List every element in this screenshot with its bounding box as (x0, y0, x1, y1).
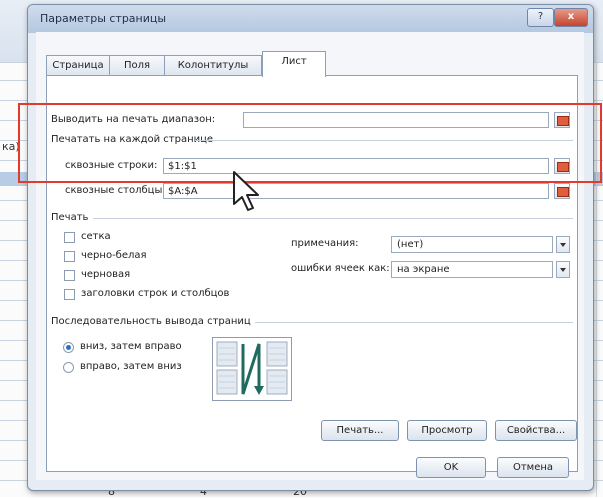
print-button[interactable]: Печать... (321, 420, 399, 441)
tab-sheet[interactable]: Лист (262, 51, 326, 77)
black-white-label: черно-белая (81, 250, 147, 261)
row-col-headings-checkbox[interactable] (64, 289, 75, 300)
rows-to-repeat-label: сквозные строки: (65, 160, 158, 171)
gridlines-label: сетка (81, 231, 111, 242)
group-divider (195, 140, 573, 141)
draft-checkbox[interactable] (64, 270, 75, 281)
comments-select[interactable]: (нет) (391, 236, 553, 253)
help-button[interactable]: ? (527, 8, 554, 27)
tab-margins[interactable]: Поля (109, 55, 165, 76)
print-group-title: Печать (51, 212, 89, 223)
preview-button[interactable]: Просмотр (407, 420, 487, 441)
group-divider (93, 218, 573, 219)
rows-to-repeat-input[interactable]: $1:$1 (163, 158, 549, 174)
down-then-over-label: вниз, затем вправо (80, 341, 182, 352)
comments-label: примечания: (291, 238, 359, 249)
properties-button[interactable]: Свойства... (495, 420, 577, 441)
print-area-picker[interactable] (554, 112, 570, 128)
cols-to-repeat-input[interactable]: $A:$A (163, 183, 549, 199)
dialog-body: Страница Поля Колонтитулы Лист Выводить … (36, 32, 584, 480)
over-then-down-label: вправо, затем вниз (80, 361, 182, 372)
draft-label: черновая (81, 269, 131, 280)
grid-line (596, 62, 597, 497)
cancel-button[interactable]: Отмена (497, 457, 569, 478)
collapse-dialog-icon (557, 116, 569, 126)
cell-errors-label: ошибки ячеек как: (291, 263, 390, 274)
mouse-pointer-icon (233, 171, 259, 211)
print-area-input[interactable] (243, 112, 549, 128)
down-then-over-radio[interactable] (63, 342, 74, 353)
cell-fragment: ка) (2, 140, 20, 153)
cols-to-repeat-label: сквозные столбцы: (65, 185, 166, 196)
cell-errors-dropdown-arrow[interactable] (556, 261, 570, 278)
gridlines-checkbox[interactable] (64, 232, 75, 243)
ok-button[interactable]: OK (416, 457, 486, 478)
rows-picker[interactable] (554, 158, 570, 174)
tab-header-footer[interactable]: Колонтитулы (164, 55, 262, 76)
sheet-tab-panel: Выводить на печать диапазон: Печатать на… (46, 75, 578, 472)
group-divider (255, 322, 573, 323)
cols-picker[interactable] (554, 183, 570, 199)
page-setup-dialog: Параметры страницы ? x Страница Поля Кол… (27, 4, 594, 491)
dialog-title: Параметры страницы (40, 12, 167, 25)
collapse-dialog-icon (557, 162, 569, 172)
black-white-checkbox[interactable] (64, 251, 75, 262)
print-area-label: Выводить на печать диапазон: (51, 114, 216, 125)
row-col-headings-label: заголовки строк и столбцов (81, 288, 230, 299)
page-order-group-title: Последовательность вывода страниц (51, 316, 251, 327)
over-then-down-radio[interactable] (63, 362, 74, 373)
page-order-preview-icon (212, 337, 292, 401)
print-titles-group-title: Печатать на каждой странице (51, 134, 214, 145)
tab-page[interactable]: Страница (46, 55, 110, 76)
cell-errors-select[interactable]: на экране (391, 261, 553, 278)
collapse-dialog-icon (557, 187, 569, 197)
dialog-titlebar[interactable]: Параметры страницы ? x (28, 5, 593, 33)
comments-dropdown-arrow[interactable] (556, 236, 570, 253)
close-button[interactable]: x (554, 8, 588, 27)
